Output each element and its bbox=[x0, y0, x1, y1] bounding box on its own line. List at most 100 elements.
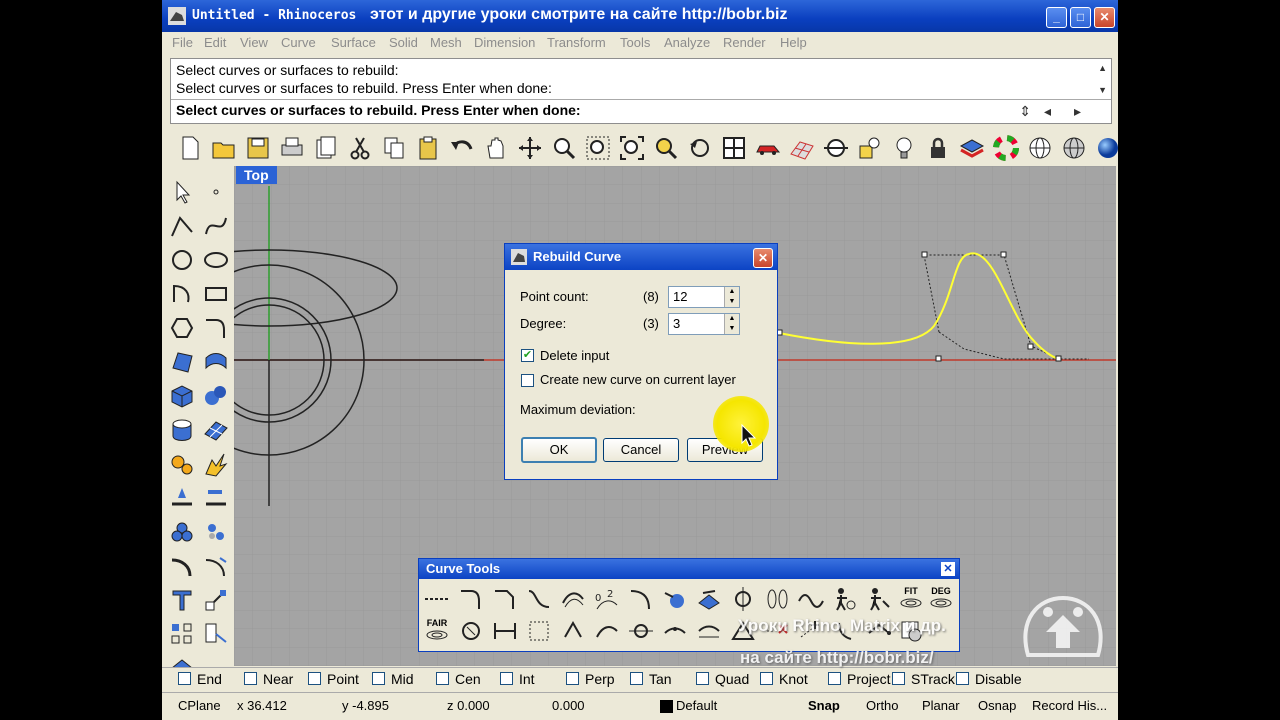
status-ortho[interactable]: Ortho bbox=[866, 698, 899, 713]
paste-icon[interactable] bbox=[414, 134, 442, 162]
surface-corner-icon[interactable] bbox=[168, 348, 196, 376]
degree-input[interactable]: 3 ▲ ▼ bbox=[668, 313, 740, 335]
menu-help[interactable]: Help bbox=[780, 35, 807, 50]
ok-button[interactable]: OK bbox=[521, 437, 597, 463]
delete-input-checkbox[interactable]: ✔ bbox=[521, 349, 534, 362]
zoom-extents-icon[interactable] bbox=[618, 134, 646, 162]
point-count-spinner-icon[interactable]: ▲ ▼ bbox=[724, 287, 739, 307]
transform-icon[interactable] bbox=[202, 552, 230, 580]
divide-curve-icon[interactable] bbox=[661, 617, 689, 645]
car-shade-icon[interactable] bbox=[754, 134, 782, 162]
cut-icon[interactable] bbox=[346, 134, 374, 162]
ellipse-icon[interactable] bbox=[202, 246, 230, 274]
osnap-point[interactable]: Point bbox=[308, 671, 359, 687]
split-icon[interactable] bbox=[168, 484, 196, 512]
zoom-selected-icon[interactable] bbox=[652, 134, 680, 162]
osnap-point-checkbox[interactable] bbox=[308, 672, 321, 685]
osnap-int[interactable]: Int bbox=[500, 671, 535, 687]
dialog-close-button[interactable]: ✕ bbox=[753, 248, 773, 268]
save-icon[interactable] bbox=[244, 134, 272, 162]
osnap-project-checkbox[interactable] bbox=[828, 672, 841, 685]
point-count-input[interactable]: 12 ▲ ▼ bbox=[668, 286, 740, 308]
insert-knot-icon[interactable] bbox=[525, 617, 553, 645]
osnap-knot[interactable]: Knot bbox=[760, 671, 808, 687]
curve-tools-title-bar[interactable]: Curve Tools ✕ bbox=[419, 559, 959, 579]
menu-mesh[interactable]: Mesh bbox=[430, 35, 462, 50]
trim-icon[interactable] bbox=[202, 484, 230, 512]
group-icon[interactable] bbox=[168, 518, 196, 546]
status-snap[interactable]: Snap bbox=[808, 698, 840, 713]
circle-icon[interactable] bbox=[168, 246, 196, 274]
menu-dimension[interactable]: Dimension bbox=[474, 35, 535, 50]
prompt-right-icon[interactable]: ▸ bbox=[1074, 103, 1081, 120]
new-file-icon[interactable] bbox=[176, 134, 204, 162]
osnap-mid-checkbox[interactable] bbox=[372, 672, 385, 685]
close-curve-icon[interactable] bbox=[559, 617, 587, 645]
osnap-disable[interactable]: Disable bbox=[956, 671, 1022, 687]
fit-icon[interactable]: FIT bbox=[897, 585, 925, 613]
menu-analyze[interactable]: Analyze bbox=[664, 35, 710, 50]
simplify-curve-icon[interactable] bbox=[593, 617, 621, 645]
gears-icon[interactable] bbox=[168, 450, 196, 478]
osnap-end[interactable]: End bbox=[178, 671, 222, 687]
offset-curve-icon[interactable] bbox=[559, 585, 587, 613]
menu-surface[interactable]: Surface bbox=[331, 35, 376, 50]
osnap-cen[interactable]: Cen bbox=[436, 671, 481, 687]
solid-spheres-icon[interactable] bbox=[202, 382, 230, 410]
osnap-int-checkbox[interactable] bbox=[500, 672, 513, 685]
osnap-cen-checkbox[interactable] bbox=[436, 672, 449, 685]
wireframe-sphere-icon[interactable] bbox=[1026, 134, 1054, 162]
osnap-perp-checkbox[interactable] bbox=[566, 672, 579, 685]
history-scroll-down[interactable]: ▼ bbox=[1098, 85, 1107, 95]
curve-from-2-views-icon[interactable] bbox=[729, 585, 757, 613]
status-planar[interactable]: Planar bbox=[922, 698, 960, 713]
layers-icon[interactable] bbox=[958, 134, 986, 162]
cancel-button[interactable]: Cancel bbox=[603, 438, 679, 462]
menu-curve[interactable]: Curve bbox=[281, 35, 316, 50]
pan-hand-icon[interactable] bbox=[482, 134, 510, 162]
cplane-icon[interactable] bbox=[822, 134, 850, 162]
rebuild-curve-icon[interactable] bbox=[457, 617, 485, 645]
person-curve-icon[interactable] bbox=[831, 585, 859, 613]
menu-solid[interactable]: Solid bbox=[389, 35, 418, 50]
adjust-seam-icon[interactable] bbox=[491, 617, 519, 645]
menu-tools[interactable]: Tools bbox=[620, 35, 650, 50]
osnap-near-checkbox[interactable] bbox=[244, 672, 257, 685]
layer-color-swatch[interactable] bbox=[660, 700, 673, 713]
prompt-left-icon[interactable]: ◂ bbox=[1044, 103, 1051, 120]
history-scroll-up[interactable]: ▲ bbox=[1098, 63, 1107, 73]
color-wheel-icon[interactable] bbox=[992, 134, 1020, 162]
osnap-strack-checkbox[interactable] bbox=[892, 672, 905, 685]
close-button[interactable]: ✕ bbox=[1094, 7, 1115, 28]
match-curve-icon[interactable] bbox=[627, 585, 655, 613]
zoom-window-icon[interactable] bbox=[584, 134, 612, 162]
undo-icon[interactable] bbox=[448, 134, 476, 162]
grid-plane-icon[interactable] bbox=[788, 134, 816, 162]
menu-view[interactable]: View bbox=[240, 35, 268, 50]
status-osnap[interactable]: Osnap bbox=[978, 698, 1016, 713]
status-cplane[interactable]: CPlane bbox=[178, 698, 221, 713]
osnap-knot-checkbox[interactable] bbox=[760, 672, 773, 685]
polyline-icon[interactable] bbox=[168, 212, 196, 240]
dimension-icon[interactable] bbox=[168, 552, 196, 580]
osnap-perp[interactable]: Perp bbox=[566, 671, 615, 687]
menu-render[interactable]: Render bbox=[723, 35, 766, 50]
osnap-strack[interactable]: STrack bbox=[892, 671, 955, 687]
undo-view-icon[interactable] bbox=[686, 134, 714, 162]
minimize-button[interactable]: _ bbox=[1046, 7, 1067, 28]
named-view-icon[interactable] bbox=[856, 134, 884, 162]
cylinder-icon[interactable] bbox=[168, 416, 196, 444]
menu-edit[interactable]: Edit bbox=[204, 35, 226, 50]
status-layer[interactable]: Default bbox=[676, 698, 717, 713]
status-record-history[interactable]: Record His... bbox=[1032, 698, 1107, 713]
zoom-icon[interactable] bbox=[550, 134, 578, 162]
print-icon[interactable] bbox=[278, 134, 306, 162]
curve-tools-close-button[interactable]: ✕ bbox=[941, 562, 955, 576]
blend-curve-icon[interactable] bbox=[525, 585, 553, 613]
fillet-icon[interactable] bbox=[457, 585, 485, 613]
curve-icon[interactable] bbox=[202, 212, 230, 240]
move-icon[interactable] bbox=[202, 586, 230, 614]
maximize-button[interactable]: □ bbox=[1070, 7, 1091, 28]
polygon-icon[interactable] bbox=[168, 314, 196, 342]
fillet-corners-icon[interactable] bbox=[695, 617, 723, 645]
